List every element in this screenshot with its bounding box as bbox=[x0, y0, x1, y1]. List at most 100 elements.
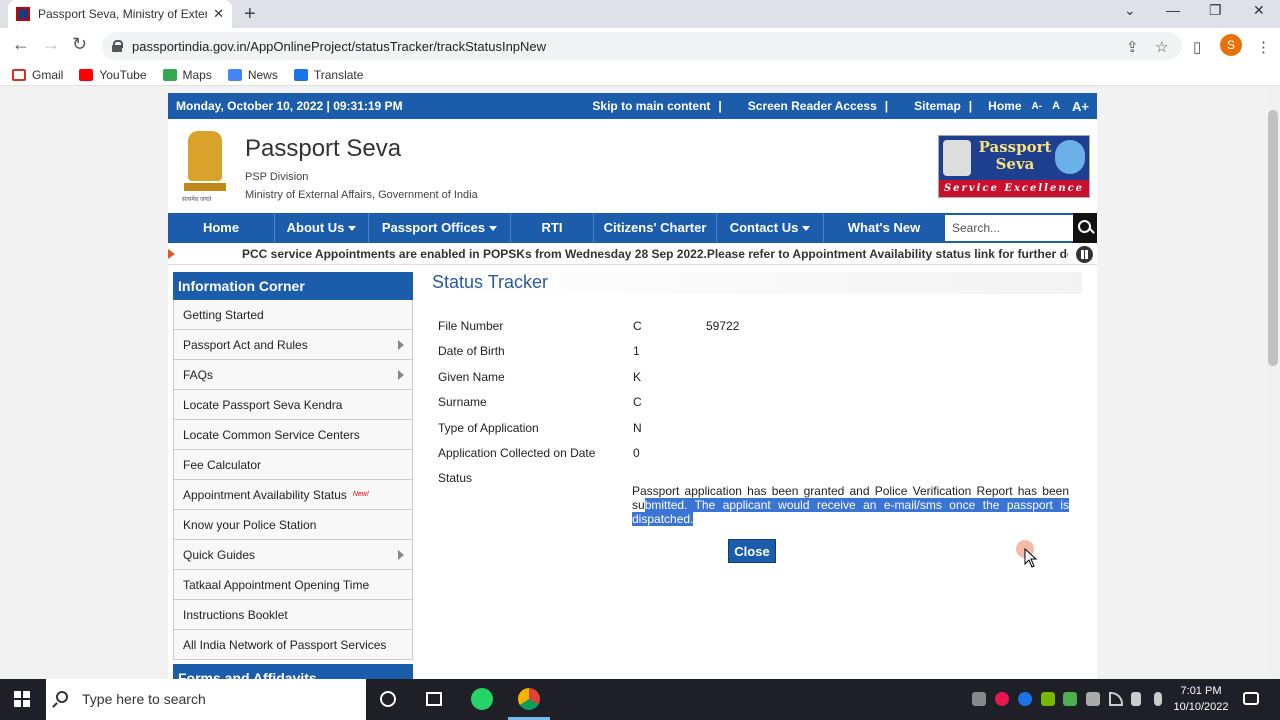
back-icon[interactable]: ← bbox=[12, 34, 30, 55]
side-panel-icon[interactable]: ▯ bbox=[1193, 38, 1201, 56]
sidebar-item-getting-started[interactable]: Getting Started bbox=[173, 300, 413, 330]
profile-avatar[interactable]: S bbox=[1220, 34, 1242, 56]
address-bar[interactable]: passportindia.gov.in/AppOnlineProject/st… bbox=[102, 32, 1182, 60]
taskbar-clock[interactable]: 7:01 PM 10/10/2022 bbox=[1170, 683, 1232, 715]
sidebar-item-faqs[interactable]: FAQs bbox=[173, 360, 413, 390]
sidebar-item-label: Tatkaal Appointment Opening Time bbox=[183, 578, 370, 592]
national-emblem-icon: सत्यमेव जयते bbox=[182, 131, 228, 203]
tab-close-icon[interactable]: ✕ bbox=[213, 6, 224, 22]
font-increase-button[interactable]: A+ bbox=[1072, 99, 1089, 114]
separator: | bbox=[718, 99, 722, 113]
site-search-input[interactable]: Search... bbox=[945, 215, 1073, 241]
forward-icon[interactable]: → bbox=[42, 34, 60, 55]
ticker-text[interactable]: PCC service Appointments are enabled in … bbox=[242, 247, 1068, 261]
main-navigation: Home About Us Passport Offices RTI Citiz… bbox=[168, 213, 1097, 243]
bookmark-star-icon[interactable]: ☆ bbox=[1155, 38, 1168, 56]
maps-icon bbox=[162, 68, 177, 81]
nav-home[interactable]: Home bbox=[168, 213, 275, 243]
emblem-motto: सत्यमेव जयते bbox=[182, 197, 212, 203]
bookmark-gmail[interactable]: Gmail bbox=[12, 68, 63, 82]
bookmark-translate[interactable]: Translate bbox=[293, 67, 364, 82]
font-normal-button[interactable]: A bbox=[1052, 100, 1060, 112]
sidebar-item-label: Locate Common Service Centers bbox=[183, 428, 360, 442]
bookmark-label: Gmail bbox=[32, 67, 64, 82]
bookmark-maps[interactable]: Maps bbox=[162, 67, 212, 82]
nav-about-us[interactable]: About Us bbox=[275, 213, 369, 243]
sitemap-link[interactable]: Sitemap bbox=[914, 99, 961, 113]
clock-time: 7:01 PM bbox=[1180, 685, 1222, 697]
pause-icon[interactable] bbox=[1076, 246, 1093, 263]
task-view-icon[interactable] bbox=[426, 692, 442, 706]
bookmark-label: YouTube bbox=[99, 67, 147, 82]
microphone-icon[interactable] bbox=[1154, 692, 1162, 706]
notification-icon[interactable] bbox=[1243, 692, 1259, 705]
battery-icon[interactable] bbox=[1086, 692, 1100, 706]
skip-to-content-link[interactable]: Skip to main content bbox=[592, 99, 710, 113]
sidebar-item-locate-csc[interactable]: Locate Common Service Centers bbox=[173, 420, 413, 450]
browser-tab[interactable]: Passport Seva, Ministry of Extern ✕ bbox=[8, 0, 232, 28]
bookmark-youtube[interactable]: YouTube bbox=[79, 67, 147, 82]
cortana-icon[interactable] bbox=[380, 691, 396, 707]
taskbar-search-input[interactable]: Type here to search bbox=[46, 679, 366, 720]
screen-reader-link[interactable]: Screen Reader Access bbox=[748, 99, 877, 113]
scrollbar-thumb[interactable] bbox=[1268, 110, 1278, 366]
security-shield-icon[interactable] bbox=[1063, 692, 1077, 706]
minimize-icon[interactable]: — bbox=[1166, 2, 1180, 18]
whatsapp-icon[interactable] bbox=[471, 688, 493, 710]
window-close-icon[interactable]: ✕ bbox=[1253, 2, 1265, 19]
page-scrollbar[interactable] bbox=[1266, 86, 1280, 679]
sidebar-item-quick-guides[interactable]: Quick Guides bbox=[173, 540, 413, 570]
nav-contact-us[interactable]: Contact Us bbox=[717, 213, 824, 243]
gmail-icon bbox=[12, 68, 26, 81]
logo-line1: Passport bbox=[978, 138, 1052, 156]
sidebar-item-passport-act[interactable]: Passport Act and Rules bbox=[173, 330, 413, 360]
reload-icon[interactable]: ↻ bbox=[72, 34, 87, 55]
site-division: PSP Division bbox=[245, 171, 309, 183]
chrome-icon[interactable] bbox=[518, 688, 540, 710]
nvidia-icon[interactable] bbox=[1041, 692, 1055, 706]
tray-app-icon[interactable] bbox=[1018, 692, 1032, 706]
status-message[interactable]: Passport application has been granted an… bbox=[632, 484, 1069, 526]
ticker-arrow-icon bbox=[168, 249, 175, 259]
menu-kebab-icon[interactable]: ⋮ bbox=[1256, 38, 1271, 56]
bookmark-news[interactable]: News bbox=[227, 68, 278, 82]
bookmark-label: Maps bbox=[182, 67, 212, 82]
font-decrease-button[interactable]: A- bbox=[1032, 101, 1043, 112]
sidebar-item-label: Know your Police Station bbox=[183, 518, 317, 532]
chevron-down-icon bbox=[802, 226, 811, 232]
bookmark-label: Translate bbox=[313, 67, 364, 82]
sidebar-item-tatkaal[interactable]: Tatkaal Appointment Opening Time bbox=[173, 570, 413, 600]
top-utility-bar: Monday, October 10, 2022 | 09:31:19 PM S… bbox=[168, 93, 1097, 119]
share-icon[interactable]: ⇪ bbox=[1126, 38, 1139, 56]
sidebar-item-police-station[interactable]: Know your Police Station bbox=[173, 510, 413, 540]
field-label: Type of Application bbox=[438, 421, 539, 435]
volume-mute-icon[interactable] bbox=[1131, 692, 1141, 706]
url-text: passportindia.gov.in/AppOnlineProject/st… bbox=[132, 38, 547, 54]
wifi-icon[interactable] bbox=[1109, 692, 1123, 706]
current-datetime: Monday, October 10, 2022 | 09:31:19 PM bbox=[176, 99, 403, 113]
sidebar-item-instructions[interactable]: Instructions Booklet bbox=[173, 600, 413, 630]
sidebar-item-label: FAQs bbox=[183, 368, 214, 382]
sidebar-item-label: Getting Started bbox=[183, 308, 264, 322]
field-label: Date of Birth bbox=[438, 344, 505, 358]
forms-affidavits-heading[interactable]: Forms and Affidavits bbox=[173, 664, 413, 679]
new-tab-icon[interactable]: + bbox=[244, 3, 256, 26]
nav-citizens-charter[interactable]: Citizens' Charter bbox=[594, 213, 717, 243]
field-label: Surname bbox=[438, 395, 487, 409]
windows-start-icon[interactable] bbox=[14, 691, 30, 707]
nav-passport-offices[interactable]: Passport Offices bbox=[369, 213, 511, 243]
sidebar-item-appointment-availability[interactable]: Appointment Availability Status New! bbox=[173, 480, 413, 510]
tray-app-icon[interactable] bbox=[995, 692, 1009, 706]
sidebar-item-locate-psk[interactable]: Locate Passport Seva Kendra bbox=[173, 390, 413, 420]
tab-search-icon[interactable]: ⌄ bbox=[1124, 2, 1136, 19]
home-link[interactable]: Home bbox=[988, 99, 1021, 113]
tray-app-icon[interactable] bbox=[972, 692, 986, 706]
sidebar-item-network[interactable]: All India Network of Passport Services bbox=[173, 630, 413, 660]
nav-whats-new[interactable]: What's New bbox=[824, 213, 944, 243]
restore-icon[interactable]: ❐ bbox=[1209, 2, 1222, 19]
close-button[interactable]: Close bbox=[728, 539, 776, 563]
nav-rti[interactable]: RTI bbox=[511, 213, 594, 243]
search-icon[interactable] bbox=[1073, 213, 1097, 243]
sidebar-item-fee-calculator[interactable]: Fee Calculator bbox=[173, 450, 413, 480]
field-value: C bbox=[633, 395, 642, 409]
